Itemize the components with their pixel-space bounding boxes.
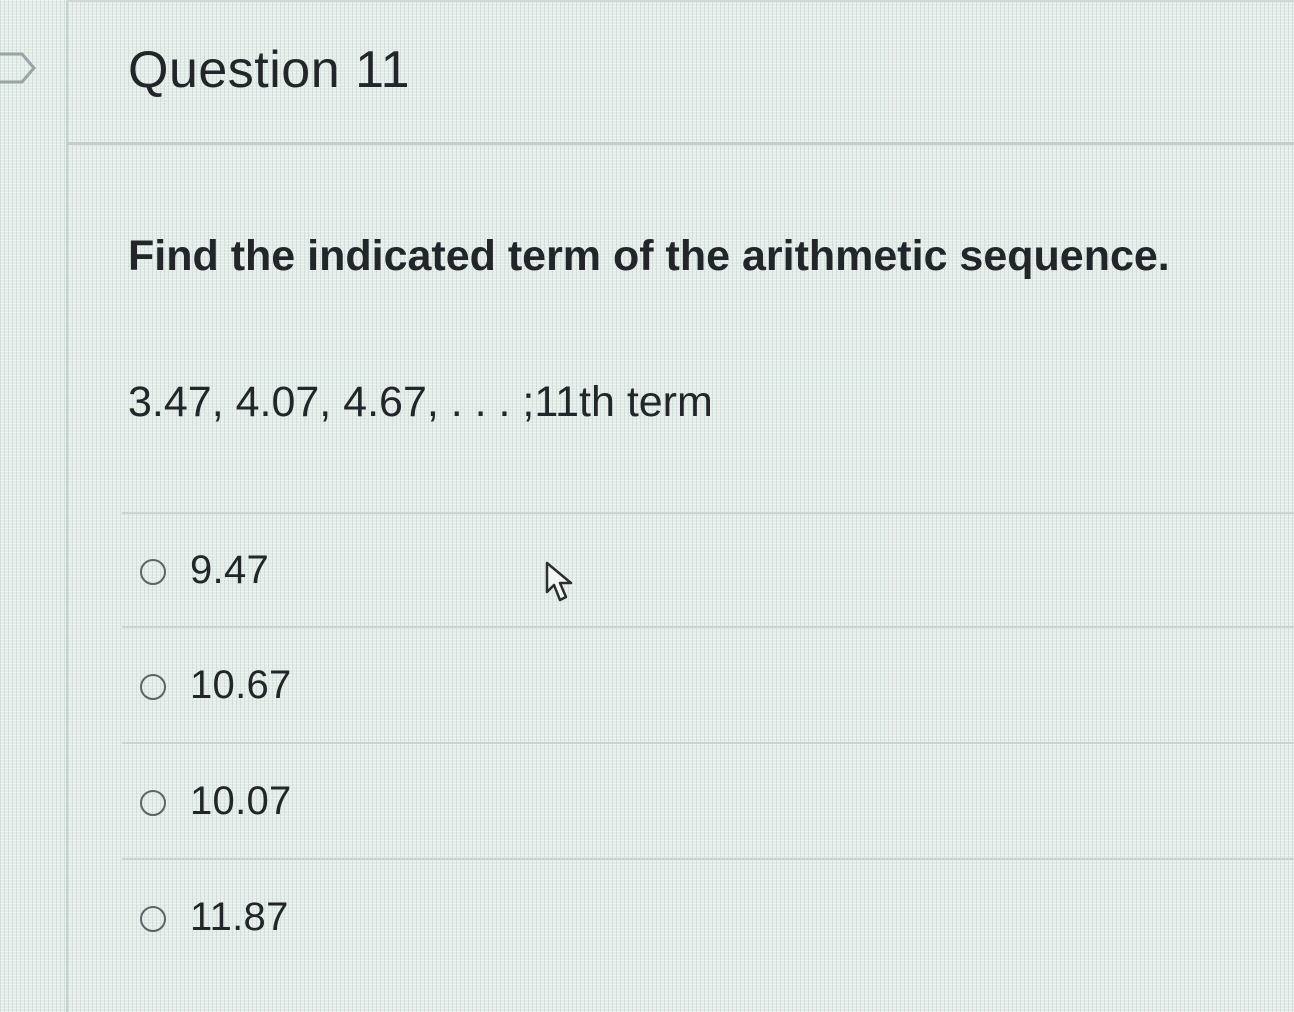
- answer-option[interactable]: 10.07: [122, 742, 1294, 858]
- radio-button-icon[interactable]: [140, 906, 166, 932]
- mouse-pointer-icon: [545, 561, 573, 602]
- answer-list: 9.47 10.67 10.07 11.87: [122, 512, 1294, 974]
- answer-label: 11.87: [190, 894, 289, 939]
- question-card: Question 11 Find the indicated term of t…: [66, 0, 1294, 1012]
- flag-icon[interactable]: [0, 46, 38, 90]
- left-rail: [0, 0, 68, 1012]
- question-title: Question 11: [128, 41, 411, 99]
- answer-label: 10.67: [190, 662, 292, 707]
- answer-label: 10.07: [190, 778, 292, 823]
- answer-label: 9.47: [190, 547, 270, 592]
- answer-option[interactable]: 10.67: [122, 626, 1294, 742]
- radio-button-icon[interactable]: [140, 790, 166, 816]
- answer-option[interactable]: 9.47: [122, 512, 1294, 626]
- answer-option[interactable]: 11.87: [122, 858, 1294, 974]
- sequence-text: 3.47, 4.07, 4.67, . . . ;11th term: [128, 378, 713, 426]
- question-header: Question 11: [66, 0, 1294, 145]
- radio-button-icon[interactable]: [140, 559, 166, 585]
- radio-button-icon[interactable]: [140, 674, 166, 700]
- question-prompt: Find the indicated term of the arithmeti…: [128, 232, 1170, 280]
